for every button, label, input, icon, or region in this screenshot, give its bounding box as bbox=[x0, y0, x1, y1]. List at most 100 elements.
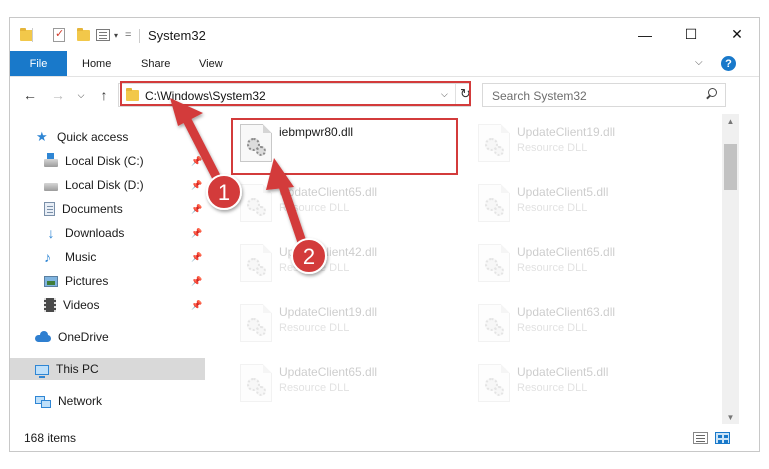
up-button[interactable]: ↑ bbox=[94, 85, 114, 105]
maximize-button[interactable]: ☐ bbox=[668, 18, 714, 51]
large-icons-view-icon[interactable] bbox=[715, 432, 730, 444]
pin-icon[interactable]: 📌 bbox=[191, 300, 202, 311]
sidebar-item-label: Music bbox=[65, 250, 97, 264]
properties-check-icon[interactable] bbox=[53, 26, 65, 44]
sidebar-item-downloads[interactable]: ↓ Downloads 📌 bbox=[10, 222, 205, 244]
ribbon-tabs: File Home Share View ⌵ ? bbox=[10, 51, 759, 77]
forward-button[interactable]: → bbox=[48, 85, 68, 105]
file-explorer-window: ▾ = System32 — ☐ ✕ File Home Share View … bbox=[9, 17, 760, 452]
file-name: UpdateClient65.dll bbox=[279, 365, 378, 379]
tab-home[interactable]: Home bbox=[82, 51, 111, 76]
file-item[interactable]: UpdateClient63.dll Resource DLL bbox=[470, 298, 700, 350]
file-name: UpdateClient5.dll bbox=[517, 185, 609, 199]
file-type: Resource DLL bbox=[517, 382, 588, 394]
dll-file-icon bbox=[240, 304, 272, 342]
item-count: 168 items bbox=[24, 431, 77, 445]
toolbar-dropdown-icon[interactable]: ▾ bbox=[114, 26, 118, 44]
pin-icon[interactable]: 📌 bbox=[191, 156, 202, 167]
file-name: UpdateClient5.dll bbox=[517, 365, 609, 379]
drive-icon bbox=[44, 152, 58, 167]
new-folder-icon[interactable] bbox=[77, 26, 90, 44]
computer-icon bbox=[35, 364, 49, 378]
file-item[interactable]: UpdateClient5.dll Resource DLL bbox=[470, 178, 700, 230]
file-type: Resource DLL bbox=[279, 262, 350, 274]
search-placeholder[interactable]: Search System32 bbox=[492, 89, 587, 103]
tab-file[interactable]: File bbox=[10, 51, 67, 76]
sidebar-item-music[interactable]: ♪ Music 📌 bbox=[10, 246, 205, 268]
sidebar-item-documents[interactable]: Documents 📌 bbox=[10, 198, 205, 220]
search-icon[interactable] bbox=[705, 88, 717, 100]
sidebar-item-videos[interactable]: Videos 📌 bbox=[10, 294, 205, 316]
status-bar: 168 items bbox=[10, 426, 759, 451]
dll-file-icon bbox=[478, 364, 510, 402]
customize-toolbar-icon[interactable] bbox=[96, 26, 110, 44]
file-name: UpdateClient65.dll bbox=[517, 245, 616, 259]
file-type: Resource DLL bbox=[517, 322, 588, 334]
dll-file-icon bbox=[240, 364, 272, 402]
search-box[interactable]: Search System32 bbox=[482, 83, 726, 107]
file-type: Resource DLL bbox=[517, 142, 588, 154]
file-item[interactable]: UpdateClient5.dll Resource DLL bbox=[470, 358, 700, 410]
dll-file-icon bbox=[478, 184, 510, 222]
file-item[interactable]: UpdateClient19.dll Resource DLL bbox=[470, 118, 700, 170]
close-button[interactable]: ✕ bbox=[714, 18, 759, 51]
file-type: Resource DLL bbox=[279, 322, 350, 334]
toolbar-separator bbox=[32, 28, 33, 42]
toolbar-overflow-icon[interactable]: = bbox=[125, 26, 131, 44]
videos-icon bbox=[44, 298, 56, 312]
pin-icon[interactable]: 📌 bbox=[191, 276, 202, 287]
title-separator bbox=[139, 29, 140, 43]
sidebar-item-quick-access[interactable]: ★ Quick access bbox=[10, 126, 205, 148]
navigation-pane: ★ Quick access Local Disk (C:) 📌 Local D… bbox=[10, 114, 208, 424]
help-icon[interactable]: ? bbox=[721, 56, 736, 71]
sidebar-item-label: Documents bbox=[62, 202, 123, 216]
file-name: UpdateClient63.dll bbox=[517, 305, 616, 319]
title-bar: ▾ = System32 — ☐ ✕ bbox=[10, 18, 759, 51]
documents-icon bbox=[44, 202, 55, 216]
sidebar-item-label: Videos bbox=[63, 298, 100, 312]
vertical-scrollbar[interactable]: ▲ ▼ bbox=[722, 114, 739, 424]
file-name: UpdateClient65.dll bbox=[279, 185, 378, 199]
dll-file-icon bbox=[478, 244, 510, 282]
sidebar-item-pictures[interactable]: Pictures 📌 bbox=[10, 270, 205, 292]
file-item[interactable]: UpdateClient42.dll Resource DLL bbox=[232, 238, 462, 290]
sidebar-item-this-pc[interactable]: This PC bbox=[10, 358, 205, 380]
tab-share[interactable]: Share bbox=[141, 51, 170, 76]
pictures-icon bbox=[44, 276, 58, 287]
pin-icon[interactable]: 📌 bbox=[191, 180, 202, 191]
minimize-button[interactable]: — bbox=[622, 18, 668, 51]
sidebar-item-label: This PC bbox=[56, 362, 99, 376]
star-icon: ★ bbox=[36, 129, 48, 144]
sidebar-item-local-disk-c[interactable]: Local Disk (C:) 📌 bbox=[10, 150, 205, 172]
scroll-up-icon[interactable]: ▲ bbox=[722, 114, 739, 128]
details-view-icon[interactable] bbox=[693, 432, 708, 444]
dll-file-icon bbox=[240, 184, 272, 222]
file-item[interactable]: UpdateClient65.dll Resource DLL bbox=[232, 358, 462, 410]
sidebar-item-label: Downloads bbox=[65, 226, 125, 240]
pin-icon[interactable]: 📌 bbox=[191, 228, 202, 239]
file-item[interactable]: UpdateClient19.dll Resource DLL bbox=[232, 298, 462, 350]
tab-view[interactable]: View bbox=[199, 51, 223, 76]
recent-locations-button[interactable]: ⌵ bbox=[71, 85, 91, 105]
sidebar-item-label: Local Disk (D:) bbox=[65, 178, 144, 192]
back-button[interactable]: ← bbox=[20, 85, 40, 105]
file-type: Resource DLL bbox=[517, 262, 588, 274]
address-highlight-box bbox=[120, 81, 471, 106]
sidebar-item-network[interactable]: Network bbox=[10, 390, 205, 412]
dll-file-icon bbox=[478, 304, 510, 342]
download-icon: ↓ bbox=[47, 225, 55, 241]
dll-file-icon bbox=[240, 244, 272, 282]
cloud-icon bbox=[35, 330, 51, 344]
sidebar-item-label: Local Disk (C:) bbox=[65, 154, 144, 168]
sidebar-item-onedrive[interactable]: OneDrive bbox=[10, 326, 205, 348]
window-title: System32 bbox=[148, 28, 206, 43]
file-name: UpdateClient42.dll bbox=[279, 245, 378, 259]
scroll-down-icon[interactable]: ▼ bbox=[722, 410, 739, 424]
pin-icon[interactable]: 📌 bbox=[191, 252, 202, 263]
file-item[interactable]: UpdateClient65.dll Resource DLL bbox=[232, 178, 462, 230]
sidebar-item-local-disk-d[interactable]: Local Disk (D:) 📌 bbox=[10, 174, 205, 196]
expand-ribbon-icon[interactable]: ⌵ bbox=[695, 57, 703, 68]
scroll-thumb[interactable] bbox=[724, 144, 737, 190]
file-item[interactable]: UpdateClient65.dll Resource DLL bbox=[470, 238, 700, 290]
pin-icon[interactable]: 📌 bbox=[191, 204, 202, 215]
